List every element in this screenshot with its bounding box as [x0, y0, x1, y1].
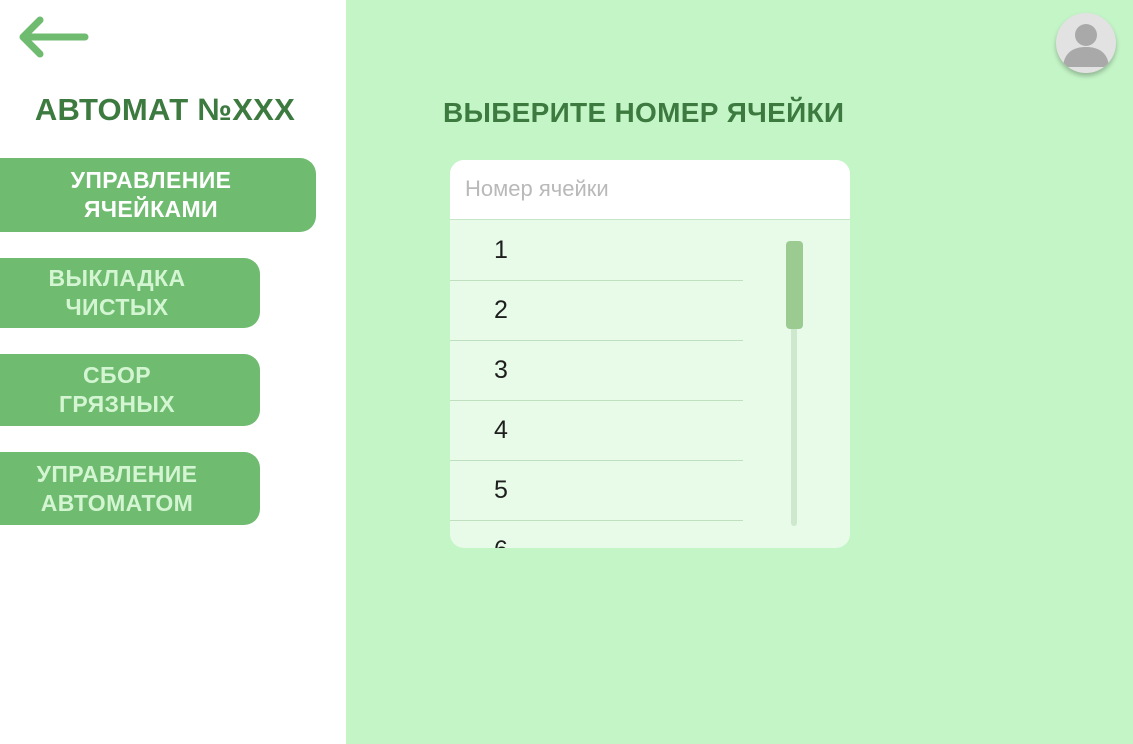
nav-label: ВЫКЛАДКА ЧИСТЫХ	[48, 265, 186, 320]
nav-label: УПРАВЛЕНИЕ АВТОМАТОМ	[36, 460, 198, 516]
cell-list[interactable]: 1 2 3 4 5 6	[450, 221, 743, 548]
user-avatar-icon	[1063, 24, 1109, 67]
back-button[interactable]	[14, 12, 90, 62]
nav-machine-management[interactable]: УПРАВЛЕНИЕ АВТОМАТОМ	[0, 452, 260, 525]
list-item[interactable]: 4	[450, 401, 743, 461]
page-title: ВЫБЕРИТЕ НОМЕР ЯЧЕЙКИ	[443, 97, 845, 128]
nav-label: УПРАВЛЕНИЕ ЯЧЕЙКАМИ	[70, 167, 232, 222]
arrow-left-icon	[19, 16, 89, 58]
cell-search-input[interactable]	[450, 160, 825, 218]
list-item[interactable]: 5	[450, 461, 743, 521]
cell-picker: 1 2 3 4 5 6	[450, 160, 850, 548]
scrollbar-thumb[interactable]	[786, 241, 803, 329]
nav-label: СБОР ГРЯЗНЫХ	[58, 362, 175, 417]
cell-search-box	[450, 160, 850, 220]
list-item[interactable]: 3	[450, 341, 743, 401]
list-item[interactable]: 6	[450, 521, 743, 548]
nav-cell-management[interactable]: УПРАВЛЕНИЕ ЯЧЕЙКАМИ	[0, 158, 316, 232]
list-item[interactable]: 2	[450, 281, 743, 341]
user-avatar[interactable]	[1056, 13, 1116, 73]
nav-clean-layout[interactable]: ВЫКЛАДКА ЧИСТЫХ	[0, 258, 260, 328]
list-item[interactable]: 1	[450, 221, 743, 281]
nav-dirty-collection[interactable]: СБОР ГРЯЗНЫХ	[0, 354, 260, 426]
sidebar: АВТОМАТ №XXX УПРАВЛЕНИЕ ЯЧЕЙКАМИ ВЫКЛАДК…	[0, 0, 346, 744]
machine-title: АВТОМАТ №XXX	[34, 92, 296, 127]
